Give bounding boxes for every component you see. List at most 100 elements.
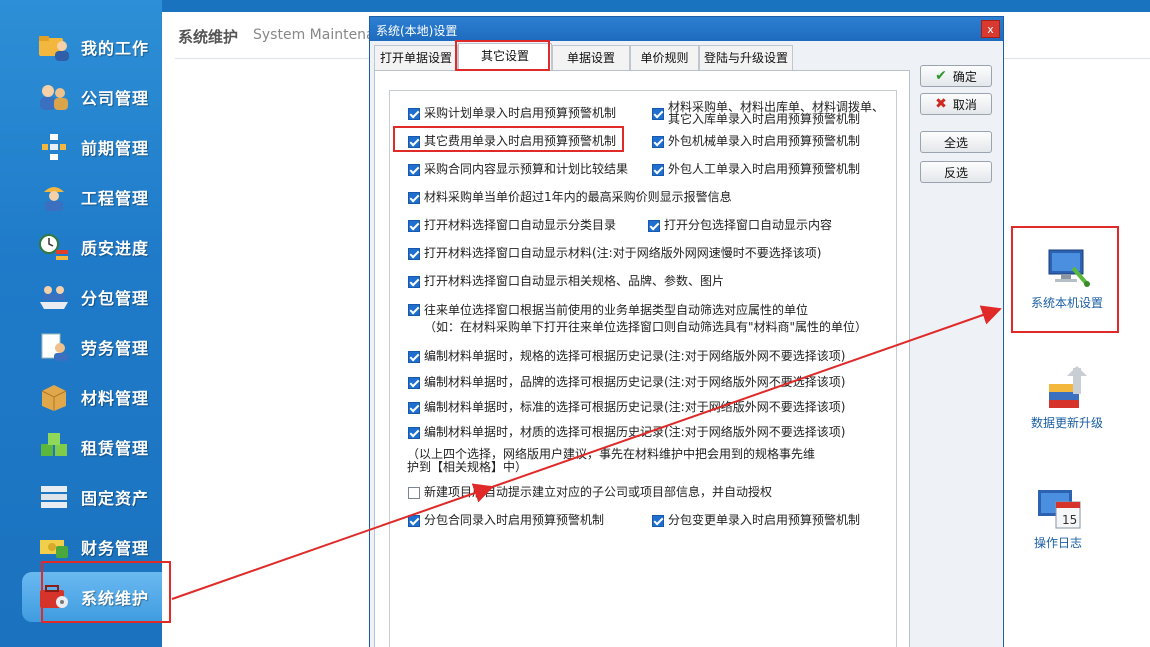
checkbox[interactable] <box>408 136 420 148</box>
sidebar-item-subcontract[interactable]: 分包管理 <box>0 272 162 322</box>
sidebar-item-label: 公司管理 <box>81 89 150 108</box>
clock-progress-icon <box>39 234 68 260</box>
folder-user-icon <box>39 36 69 61</box>
option-subcontract-contract-warning[interactable]: 分包合同录入时启用预算预警机制 <box>408 513 604 528</box>
document-person-icon <box>41 333 68 361</box>
boat-people-icon <box>40 286 68 309</box>
box-icon <box>41 385 67 411</box>
close-button[interactable]: x <box>981 20 1000 38</box>
tab-document-settings[interactable]: 单据设置 <box>552 45 630 70</box>
option-price-alert[interactable]: 材料采购单当单价超过1年内的最高采购价则显示报警信息 <box>408 190 732 205</box>
checkbox[interactable] <box>408 164 420 176</box>
calendar-log-icon: 15 <box>1038 490 1081 529</box>
database-upgrade-icon <box>1049 366 1087 408</box>
option-purchase-plan-warning[interactable]: 采购计划单录入时启用预算预警机制 <box>408 106 616 121</box>
option-standard-history[interactable]: 编制材料单据时，标准的选择可根据历史记录(注:对于网络版外网不要选择该项) <box>408 400 845 415</box>
tool-label: 系统本机设置 <box>1030 296 1103 310</box>
check-icon: ✔ <box>935 68 947 84</box>
checkbox[interactable] <box>408 351 420 363</box>
tab-bar: 打开单据设置 其它设置 单据设置 单价规则 登陆与升级设置 <box>374 43 994 71</box>
sidebar-item-quality-progress[interactable]: 质安进度 <box>0 222 162 272</box>
flowchart-icon <box>42 134 66 160</box>
option-outsourced-labor-warning[interactable]: 外包人工单录入时启用预算预警机制 <box>652 162 860 177</box>
sidebar-item-label: 系统维护 <box>81 589 150 608</box>
sidebar-item-label: 我的工作 <box>81 39 150 58</box>
checkbox[interactable] <box>408 427 420 439</box>
cubes-icon <box>41 433 67 456</box>
option-contract-budget-compare[interactable]: 采购合同内容显示预算和计划比较结果 <box>408 162 628 177</box>
checkbox[interactable] <box>652 108 664 120</box>
tool-label: 数据更新升级 <box>1030 416 1103 430</box>
header-bar <box>162 0 1150 12</box>
sidebar-item-labor[interactable]: 劳务管理 <box>0 322 162 372</box>
dialog-titlebar[interactable]: 系统(本地)设置 x <box>370 17 1003 41</box>
page-title: 系统维护 <box>178 28 239 46</box>
money-icon <box>40 540 68 558</box>
sidebar-item-my-work[interactable]: 我的工作 <box>0 22 162 72</box>
note-line-2: 护到【相关规格】中） <box>407 460 528 474</box>
option-subcontract-content-auto[interactable]: 打开分包选择窗口自动显示内容 <box>648 218 832 233</box>
option-other-expense-warning[interactable]: 其它费用单录入时启用预算预警机制 <box>408 134 616 149</box>
server-icon <box>41 486 67 508</box>
checkbox[interactable] <box>408 276 420 288</box>
sidebar-item-label: 前期管理 <box>81 139 150 158</box>
checkbox[interactable] <box>408 248 420 260</box>
dialog-title: 系统(本地)设置 <box>376 24 458 38</box>
invert-selection-button[interactable]: 反选 <box>920 161 992 183</box>
ok-button[interactable]: ✔ 确定 <box>920 65 992 87</box>
checkbox[interactable] <box>408 220 420 232</box>
cancel-button[interactable]: ✖ 取消 <box>920 93 992 115</box>
option-material-docs-warning[interactable]: 材料采购单、材料出库单、材料调拨单、 其它入库单录入时启用预算预警机制 <box>652 101 884 125</box>
sidebar: 我的工作 公司管理 前期管理 工程管理 质安进度 分包管理 劳务管理 材料管理 … <box>0 0 162 647</box>
sidebar-item-preliminary[interactable]: 前期管理 <box>0 122 162 172</box>
sidebar-item-system-maintenance[interactable]: 系统维护 <box>0 572 162 622</box>
data-upgrade-tool[interactable]: 数据更新升级 <box>1012 364 1122 431</box>
sidebar-item-label: 固定资产 <box>81 489 150 508</box>
settings-dialog: 系统(本地)设置 x 打开单据设置 其它设置 单据设置 单价规则 登陆与升级设置… <box>369 16 1004 647</box>
option-new-project-prompt[interactable]: 新建项目后自动提示建立对应的子公司或项目部信息，并自动授权 <box>408 485 772 500</box>
sidebar-item-company[interactable]: 公司管理 <box>0 72 162 122</box>
tab-unit-price-rules[interactable]: 单价规则 <box>630 45 699 70</box>
sidebar-item-label: 质安进度 <box>81 239 150 258</box>
sidebar-item-project[interactable]: 工程管理 <box>0 172 162 222</box>
tab-open-document-settings[interactable]: 打开单据设置 <box>374 45 458 70</box>
option-material-quality-history[interactable]: 编制材料单据时，材质的选择可根据历史记录(注:对于网络版外网不要选择该项) <box>408 425 845 440</box>
sidebar-item-label: 分包管理 <box>81 289 150 308</box>
option-material-auto-show[interactable]: 打开材料选择窗口自动显示材料(注:对于网络版外网网速慢时不要选择该项) <box>408 246 821 261</box>
cross-icon: ✖ <box>935 96 947 112</box>
operation-log-tool[interactable]: 15 操作日志 <box>1003 484 1113 551</box>
sidebar-item-materials[interactable]: 材料管理 <box>0 372 162 422</box>
sidebar-item-label: 劳务管理 <box>81 339 150 358</box>
option-material-details-auto[interactable]: 打开材料选择窗口自动显示相关规格、品牌、参数、图片 <box>408 274 724 289</box>
toolbox-icon <box>40 585 68 608</box>
sidebar-item-label: 租赁管理 <box>81 439 150 458</box>
sidebar-item-finance[interactable]: 财务管理 <box>0 522 162 572</box>
checkbox[interactable] <box>652 164 664 176</box>
checkbox[interactable] <box>408 402 420 414</box>
select-all-button[interactable]: 全选 <box>920 131 992 153</box>
sidebar-item-label: 财务管理 <box>81 539 150 558</box>
option-brand-history[interactable]: 编制材料单据时，品牌的选择可根据历史记录(注:对于网络版外网不要选择该项) <box>408 375 845 390</box>
checkbox[interactable] <box>408 487 420 499</box>
option-spec-history[interactable]: 编制材料单据时，规格的选择可根据历史记录(注:对于网络版外网不要选择该项) <box>408 349 845 364</box>
option-partner-filter[interactable]: 往来单位选择窗口根据当前使用的业务单据类型自动筛选对应属性的单位 （如：在材料采… <box>408 302 867 336</box>
checkbox[interactable] <box>408 108 420 120</box>
checkbox[interactable] <box>408 377 420 389</box>
svg-text:15: 15 <box>1062 513 1077 527</box>
checkbox[interactable] <box>652 515 664 527</box>
checkbox[interactable] <box>652 136 664 148</box>
option-material-category-auto[interactable]: 打开材料选择窗口自动显示分类目录 <box>408 218 616 233</box>
checkbox[interactable] <box>408 515 420 527</box>
sidebar-item-fixed-assets[interactable]: 固定资产 <box>0 472 162 522</box>
checkbox[interactable] <box>408 304 420 316</box>
option-subcontract-change-warning[interactable]: 分包变更单录入时启用预算预警机制 <box>652 513 860 528</box>
sidebar-item-label: 工程管理 <box>81 189 150 208</box>
checkbox[interactable] <box>408 192 420 204</box>
tab-other-settings[interactable]: 其它设置 <box>458 43 552 70</box>
tab-login-upgrade-settings[interactable]: 登陆与升级设置 <box>699 45 793 70</box>
tool-label: 操作日志 <box>1033 536 1082 550</box>
option-outsourced-machinery-warning[interactable]: 外包机械单录入时启用预算预警机制 <box>652 134 860 149</box>
system-local-settings-tool[interactable]: 系统本机设置 <box>1012 244 1122 311</box>
sidebar-item-leasing[interactable]: 租赁管理 <box>0 422 162 472</box>
checkbox[interactable] <box>648 220 660 232</box>
